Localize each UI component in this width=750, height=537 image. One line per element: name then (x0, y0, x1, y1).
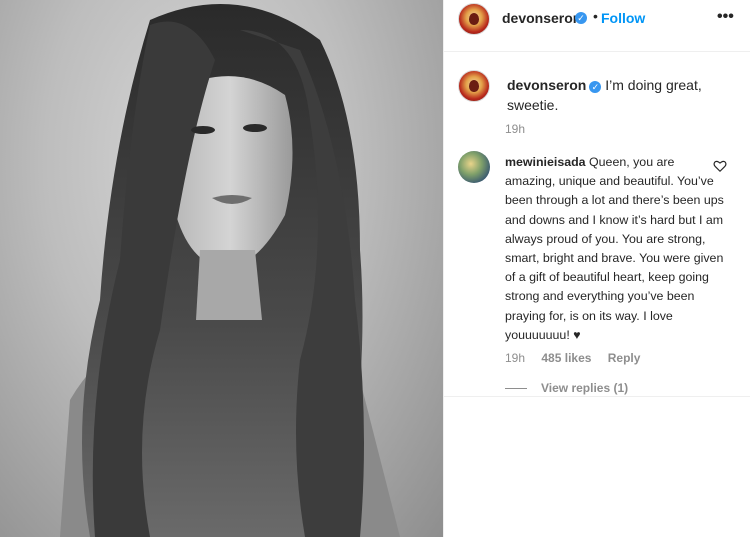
author-username[interactable]: devonseron (502, 10, 581, 26)
view-replies-label[interactable]: View replies (1) (541, 381, 628, 395)
caption-timestamp[interactable]: 19h (505, 122, 525, 136)
comment: mewinieisada Queen, you are amazing, uni… (505, 153, 725, 345)
author-avatar[interactable] (458, 3, 490, 35)
view-replies-button[interactable]: View replies (1) (505, 381, 628, 395)
post-photo (0, 0, 443, 537)
post-header: devonseron ✓ • Follow ••• (444, 0, 750, 52)
caption: devonseron ✓ I’m doing great, sweetie. (507, 75, 717, 115)
more-options-icon[interactable]: ••• (717, 8, 734, 26)
heart-outline-icon[interactable] (713, 159, 727, 173)
post-side-panel: devonseron ✓ • Follow ••• devonseron ✓ I’… (443, 0, 750, 537)
commenter-username[interactable]: mewinieisada (505, 155, 586, 169)
reply-button[interactable]: Reply (608, 351, 641, 365)
comment-meta: 19h 485 likes Reply (505, 351, 653, 365)
comment-text: Queen, you are amazing, unique and beaut… (505, 155, 724, 342)
comment-likes[interactable]: 485 likes (541, 351, 591, 365)
replies-divider-line (505, 388, 527, 390)
verified-badge-icon: ✓ (589, 81, 602, 93)
portrait-image (60, 4, 400, 537)
commenter-avatar[interactable] (458, 151, 490, 183)
caption-username[interactable]: devonseron (507, 77, 586, 93)
caption-avatar[interactable] (458, 70, 490, 102)
verified-badge-icon: ✓ (575, 12, 587, 24)
section-divider (444, 396, 750, 397)
comment-timestamp[interactable]: 19h (505, 351, 525, 365)
separator-dot: • (593, 8, 598, 24)
follow-button[interactable]: Follow (601, 10, 645, 26)
